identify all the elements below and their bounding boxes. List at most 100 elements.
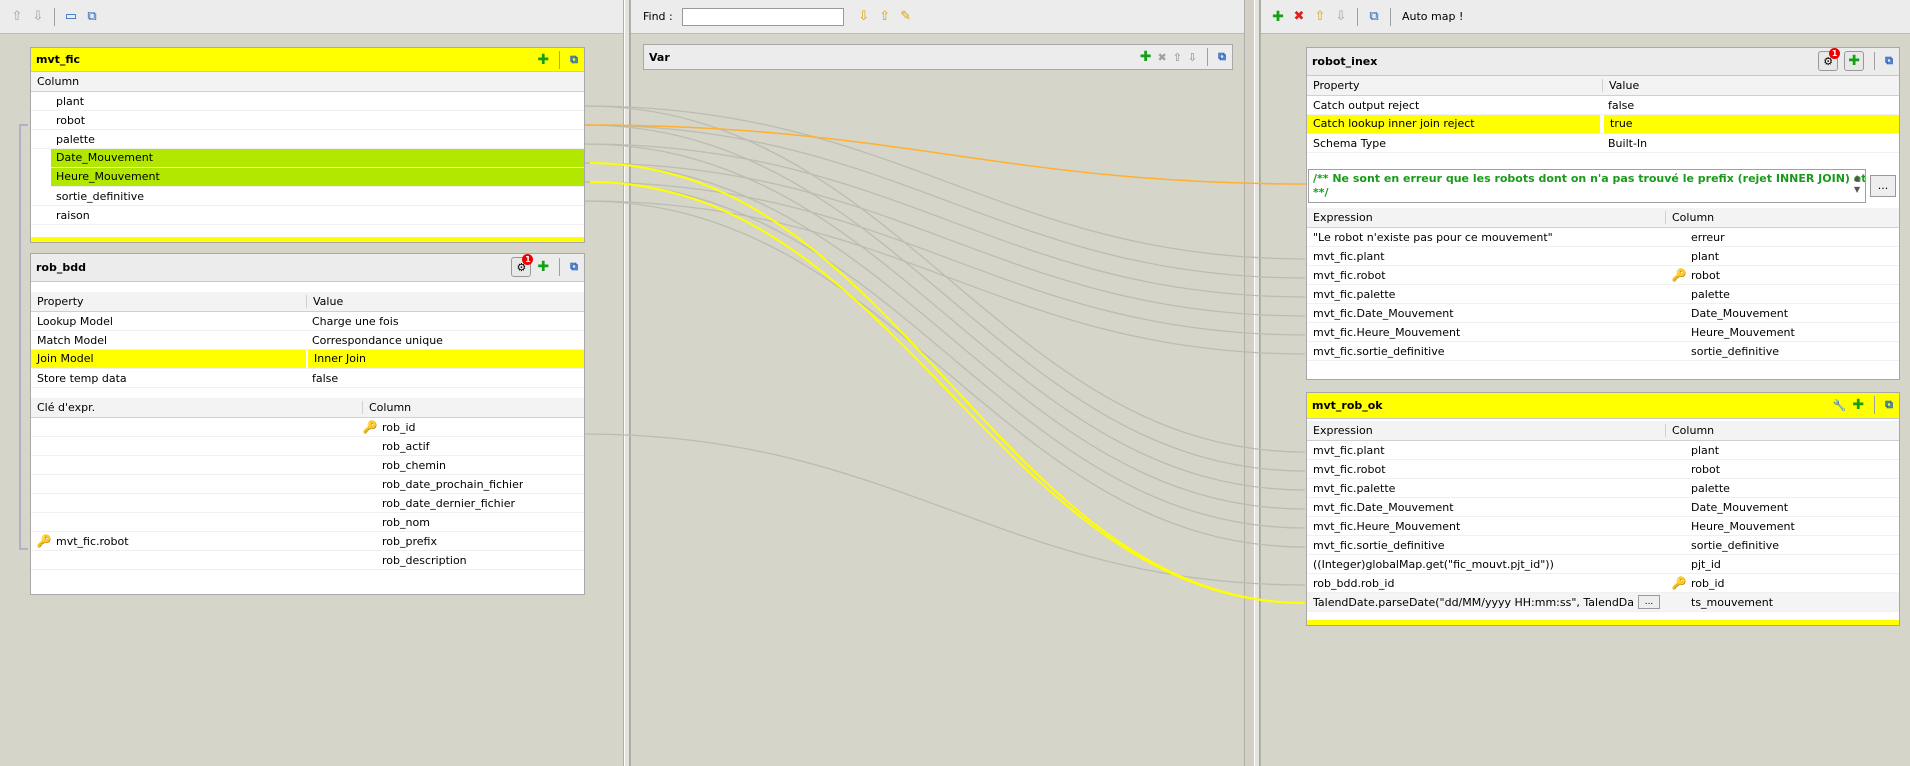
move-up-icon[interactable]: ⇧ (8, 8, 26, 26)
move-up-icon[interactable]: ⇧ (1311, 8, 1329, 26)
output-toolbar: ✚ ✖ ⇧ ⇩ ⧉ Auto map ! (1261, 0, 1910, 34)
minimize-icon[interactable]: ⧉ (570, 53, 578, 67)
input-toolbar: ⇧ ⇩ ▭ ⧉ (0, 0, 623, 34)
table-row[interactable]: mvt_fic.Heure_Mouvement Heure_Mouvement (1307, 323, 1899, 342)
property-row[interactable]: Store temp data false (31, 369, 584, 388)
table-row[interactable]: mvt_fic.plant plant (1307, 247, 1899, 266)
table-row[interactable]: mvt_fic.palette palette (1307, 479, 1899, 498)
table-row[interactable]: plant (31, 92, 584, 111)
table-title: mvt_rob_ok (1312, 399, 1383, 412)
table-title: robot_inex (1312, 55, 1378, 68)
key-icon: 🔑 (1671, 576, 1687, 590)
table-row[interactable]: robot (31, 111, 584, 130)
minimize-all-icon[interactable]: ▭ (62, 8, 80, 26)
add-filter-icon[interactable]: ✚ (537, 52, 549, 68)
move-down-icon[interactable]: ⇩ (1188, 51, 1197, 64)
table-row[interactable]: rob_date_prochain_fichier (31, 475, 584, 494)
robot-inex-table: robot_inex ⚙ 1 ✚ ⧉ Property Value Catch o… (1306, 47, 1900, 380)
property-row-catch-lookup[interactable]: Catch lookup inner join reject true (1307, 115, 1899, 134)
column-header: Column (31, 72, 584, 92)
find-all-icon[interactable]: ✎ (897, 8, 915, 26)
add-filter-icon[interactable]: ✚ (537, 259, 549, 275)
minimize-icon[interactable]: ⧉ (1218, 50, 1226, 64)
minimize-icon[interactable]: ⧉ (1885, 398, 1893, 412)
table-header: mvt_fic ✚ ⧉ (31, 48, 584, 72)
property-row[interactable]: Match Model Correspondance unique (31, 331, 584, 350)
minimize-icon[interactable]: ⧉ (570, 260, 578, 274)
table-row[interactable]: mvt_fic.sortie_definitive sortie_definiti… (1307, 536, 1899, 555)
find-next-icon[interactable]: ⇩ (855, 8, 873, 26)
minimize-icon[interactable]: ⧉ (1885, 54, 1893, 68)
filter-scrollbar[interactable]: ▲ ▼ (1854, 172, 1860, 196)
var-pane: Find : ⇩ ⇧ ✎ Var ✚ ✖ ⇧ ⇩ ⧉ (630, 0, 1245, 766)
table-row[interactable]: mvt_fic.Date_Mouvement Date_Mouvement (1307, 498, 1899, 517)
remove-output-icon[interactable]: ✖ (1290, 8, 1308, 26)
var-toolbar: Find : ⇩ ⇧ ✎ (631, 0, 1244, 34)
table-row[interactable]: mvt_fic.robot robot (1307, 460, 1899, 479)
table-row[interactable]: palette (31, 130, 584, 149)
find-previous-icon[interactable]: ⇧ (876, 8, 894, 26)
find-label: Find : (643, 10, 673, 23)
property-header: Property Value (31, 292, 584, 312)
move-up-icon[interactable]: ⇧ (1173, 51, 1182, 64)
find-input[interactable] (681, 7, 844, 26)
table-row-join-key[interactable]: 🔑 mvt_fic.robot rob_prefix (31, 532, 584, 551)
table-row[interactable]: rob_date_dernier_fichier (31, 494, 584, 513)
var-table: Var ✚ ✖ ⇧ ⇩ ⧉ (643, 44, 1233, 70)
table-row[interactable]: rob_description (31, 551, 584, 570)
table-row[interactable]: mvt_fic.plant plant (1307, 441, 1899, 460)
property-header: Property Value (1307, 76, 1899, 96)
auto-map-button[interactable]: Auto map ! (1402, 10, 1463, 23)
table-row-selected[interactable]: TalendDate.parseDate("dd/MM/yyyy HH:mm:s… (1307, 593, 1899, 612)
table-row[interactable]: rob_bdd.rob_id 🔑 rob_id (1307, 574, 1899, 593)
table-header: rob_bdd ⚙ 1 ✚ ⧉ (31, 254, 584, 282)
table-row[interactable]: mvt_fic.sortie_definitive sortie_definiti… (1307, 342, 1899, 361)
restore-all-icon[interactable]: ⧉ (83, 8, 101, 26)
table-row-selected[interactable]: Heure_Mouvement (51, 168, 584, 187)
key-icon: 🔑 (1671, 268, 1687, 282)
filter-edit-button[interactable]: ... (1870, 175, 1896, 197)
mvt-rob-ok-table: mvt_rob_ok 🔧 ✚ ⧉ Expression Column mvt_f… (1306, 392, 1900, 626)
table-row[interactable]: rob_nom (31, 513, 584, 532)
add-var-icon[interactable]: ✚ (1140, 49, 1152, 65)
settings-toggle-icon[interactable]: ⚙ 1 (1818, 48, 1841, 71)
property-row[interactable]: Lookup Model Charge une fois (31, 312, 584, 331)
input-pane: ⇧ ⇩ ▭ ⧉ mvt_fic ✚ ⧉ Column plant robot p… (0, 0, 624, 766)
table-title: mvt_fic (36, 53, 81, 66)
table-row[interactable]: mvt_fic.palette palette (1307, 285, 1899, 304)
move-down-icon[interactable]: ⇩ (1332, 8, 1350, 26)
table-row[interactable]: raison (31, 206, 584, 225)
add-filter-icon[interactable]: ✚ (1852, 397, 1864, 413)
table-row[interactable]: rob_actif (31, 437, 584, 456)
settings-toggle-icon[interactable]: ⚙ 1 (511, 254, 534, 277)
key-column-header: Clé d'expr. Column (31, 398, 584, 418)
rob-bdd-table: rob_bdd ⚙ 1 ✚ ⧉ Property Value Lookup Mod… (30, 253, 585, 595)
property-row-join-model[interactable]: Join Model Inner Join (31, 350, 584, 369)
remove-var-icon[interactable]: ✖ (1157, 51, 1166, 64)
table-title: Var (649, 50, 670, 64)
expression-header: Expression Column (1307, 421, 1899, 441)
expression-edit-button[interactable]: ... (1638, 595, 1660, 609)
table-row[interactable]: "Le robot n'existe pas pour ce mouvement… (1307, 228, 1899, 247)
table-row[interactable]: ((Integer)globalMap.get("fic_mouvt.pjt_i… (1307, 555, 1899, 574)
table-row[interactable]: mvt_fic.Heure_Mouvement Heure_Mouvement (1307, 517, 1899, 536)
key-icon: 🔑 (362, 420, 378, 434)
table-row[interactable]: sortie_definitive (31, 187, 584, 206)
expression-rows: "Le robot n'existe pas pour ce mouvement… (1307, 228, 1899, 361)
table-row[interactable]: rob_chemin (31, 456, 584, 475)
property-row[interactable]: Catch output reject false (1307, 96, 1899, 115)
move-down-icon[interactable]: ⇩ (29, 8, 47, 26)
wrench-icon[interactable]: 🔧 (1833, 399, 1847, 412)
add-output-icon[interactable]: ✚ (1269, 8, 1287, 26)
table-header: robot_inex ⚙ 1 ✚ ⧉ (1307, 48, 1899, 76)
table-row[interactable]: mvt_fic.robot 🔑 robot (1307, 266, 1899, 285)
property-row[interactable]: Schema Type Built-In (1307, 134, 1899, 153)
table-row[interactable]: mvt_fic.Date_Mouvement Date_Mouvement (1307, 304, 1899, 323)
table-row-selected[interactable]: Date_Mouvement (51, 149, 584, 168)
table-row[interactable]: 🔑 rob_id (31, 418, 584, 437)
add-filter-icon[interactable]: ✚ (1844, 51, 1865, 71)
mvt-fic-table: mvt_fic ✚ ⧉ Column plant robot palette D… (30, 47, 585, 243)
filter-expression-input[interactable]: /** Ne sont en erreur que les robots don… (1308, 169, 1866, 203)
join-key-icon: 🔑 (36, 534, 52, 548)
minimize-all-icon[interactable]: ⧉ (1365, 8, 1383, 26)
